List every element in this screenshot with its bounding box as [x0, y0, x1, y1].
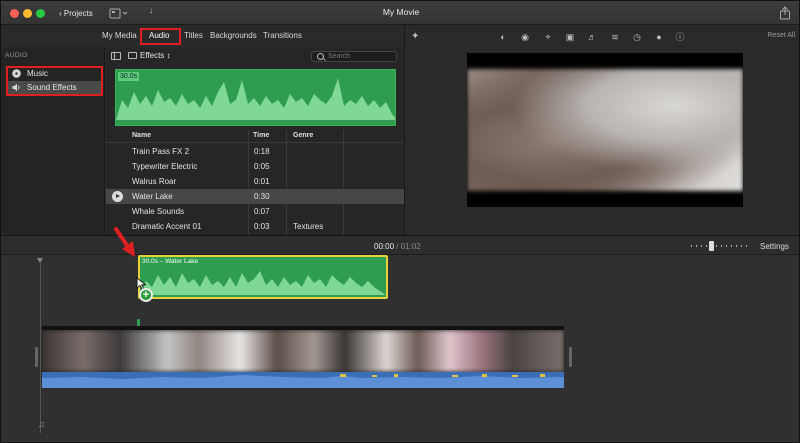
zoom-slider-knob[interactable]	[709, 241, 714, 251]
reset-all-button[interactable]: Reset All	[767, 32, 795, 39]
clip-filter-icon[interactable]: ●	[654, 32, 664, 42]
stabilization-icon[interactable]: ▣	[565, 32, 575, 42]
audio-sidebar: AUDIO Music Sound Effects	[1, 47, 105, 235]
table-row[interactable]: Typewriter Electric 0:05	[106, 159, 404, 174]
title-bar: ‹ Projects ↓ My Movie	[1, 1, 799, 25]
share-icon[interactable]	[779, 6, 791, 20]
cell-genre: Textures	[293, 222, 324, 231]
add-plus-icon: +	[139, 288, 153, 302]
category-dropdown[interactable]: Effects ↕	[140, 50, 171, 62]
search-input[interactable]: Search	[311, 51, 397, 62]
tab-backgrounds[interactable]: Backgrounds	[210, 30, 257, 42]
play-icon[interactable]	[112, 191, 123, 202]
cell-time: 0:30	[254, 192, 270, 201]
color-balance-icon[interactable]: ◐	[498, 32, 508, 42]
cell-name: Whale Sounds	[132, 207, 185, 216]
cell-time: 0:01	[254, 177, 270, 186]
total-time: 01:02	[400, 242, 421, 251]
timecode: 00:00 / 01:02	[374, 242, 421, 251]
music-note-icon: ♫	[38, 419, 45, 429]
browser-toolbar: Effects ↕ Search	[106, 47, 404, 65]
current-time: 00:00	[374, 242, 395, 251]
column-header-time[interactable]: Time	[253, 132, 269, 139]
video-clip-audio	[42, 372, 564, 388]
audio-tab-highlight	[140, 28, 181, 45]
video-clip[interactable]	[42, 326, 564, 388]
cell-time: 0:03	[254, 222, 270, 231]
time-separator: /	[396, 242, 399, 251]
cell-name: Typewriter Electric	[132, 162, 198, 171]
crop-icon[interactable]: ⌖	[543, 32, 553, 42]
info-icon[interactable]: ⓘ	[675, 32, 685, 42]
color-correction-icon[interactable]: ◉	[520, 32, 530, 42]
table-row[interactable]: Walrus Roar 0:01	[106, 174, 404, 189]
tab-my-media[interactable]: My Media	[102, 30, 137, 42]
playhead	[40, 263, 41, 433]
cell-time: 0:05	[254, 162, 270, 171]
zoom-slider[interactable]	[691, 245, 749, 247]
audio-browser: Effects ↕ Search 30.0s Name Time Genre T…	[106, 47, 404, 235]
column-header-genre[interactable]: Genre	[293, 132, 313, 139]
cell-name: Walrus Roar	[132, 177, 177, 186]
sidebar-toggle-icon[interactable]	[111, 52, 121, 60]
red-arrow-icon	[114, 227, 135, 257]
cell-time: 0:07	[254, 207, 270, 216]
sidebar-highlight	[6, 66, 103, 96]
browser-tab-bar: My Media Audio Titles Backgrounds Transi…	[1, 25, 404, 47]
preview-length-badge: 30.0s	[118, 72, 140, 81]
imovie-window: ‹ Projects ↓ My Movie My Media Audio Tit…	[0, 0, 800, 443]
clip-trim-handle-right[interactable]	[569, 347, 572, 367]
window-title: My Movie	[382, 7, 420, 17]
cell-time: 0:18	[254, 147, 270, 156]
clip-trim-handle-left[interactable]	[35, 347, 38, 367]
table-row-selected[interactable]: Water Lake 0:30	[106, 189, 404, 204]
tab-titles[interactable]: Titles	[184, 30, 203, 42]
cell-name: Train Pass FX 2	[132, 147, 190, 156]
search-placeholder: Search	[328, 53, 351, 60]
waveform-icon	[116, 78, 395, 120]
column-header-name[interactable]: Name	[132, 132, 151, 139]
table-row[interactable]: Whale Sounds 0:07	[106, 204, 404, 219]
folder-icon	[128, 52, 137, 59]
cell-name: Water Lake	[132, 192, 173, 201]
video-preview[interactable]	[467, 53, 743, 207]
search-icon	[317, 53, 324, 60]
volume-icon[interactable]: ♬	[587, 32, 597, 42]
audio-waveform-icon	[42, 374, 564, 388]
magic-wand-icon[interactable]: ✦	[411, 31, 423, 43]
video-frame-image	[467, 69, 743, 191]
video-thumbnails	[42, 330, 564, 372]
tab-transitions[interactable]: Transitions	[263, 30, 302, 42]
waveform-preview[interactable]: 30.0s	[115, 69, 396, 126]
sidebar-header: AUDIO	[5, 52, 28, 59]
settings-button[interactable]: Settings	[760, 242, 789, 251]
cell-name: Dramatic Accent 01	[132, 222, 202, 231]
table-row[interactable]: Train Pass FX 2 0:18	[106, 144, 404, 159]
table-row[interactable]: Dramatic Accent 01 0:03 Textures	[106, 219, 404, 234]
table-header: Name Time Genre	[106, 130, 404, 143]
noise-reduction-icon[interactable]: ≋	[610, 32, 620, 42]
speed-icon[interactable]: ◷	[632, 32, 642, 42]
audio-clip-water-lake[interactable]: 30.0s – Water Lake	[138, 255, 388, 299]
timeline[interactable]: 30.0s – Water Lake + ♫	[1, 255, 799, 442]
audio-clip-label: 30.0s – Water Lake	[142, 258, 199, 265]
viewer-panel: ✦ ◐ ◉ ⌖ ▣ ♬ ≋ ◷ ● ⓘ Reset All	[404, 25, 799, 235]
